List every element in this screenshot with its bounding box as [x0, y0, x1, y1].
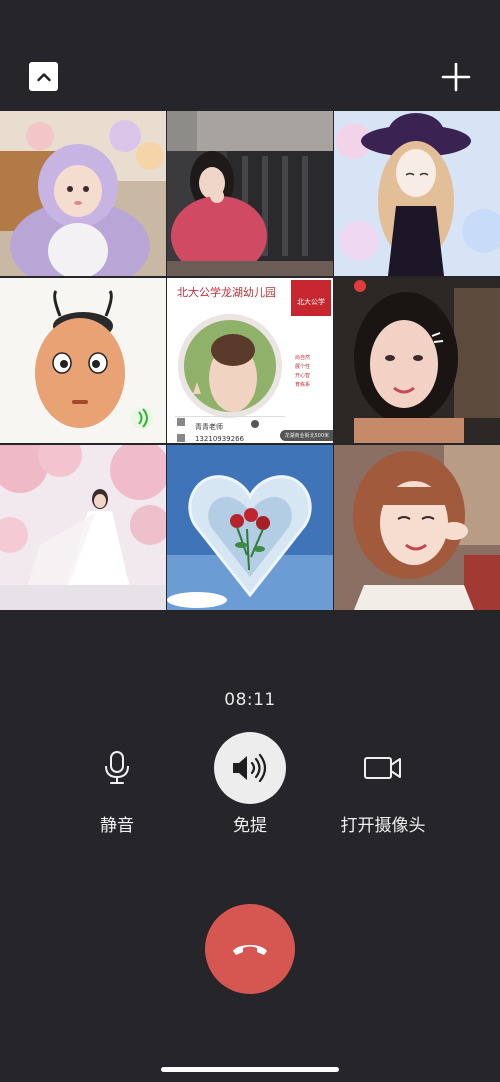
card-name: 青青老师	[195, 423, 223, 431]
mute-label: 静音	[100, 816, 134, 836]
participant-avatar	[334, 445, 500, 610]
collapse-button[interactable]	[29, 62, 58, 91]
participant-tile[interactable]	[0, 445, 166, 610]
participant-grid: 北大公学龙湖幼儿园 北大公学 尚自然 展个性 开心智 育栋系 青青老师 1321…	[0, 111, 500, 610]
participant-tile[interactable]	[167, 111, 333, 276]
microphone-icon	[105, 751, 129, 784]
trait: 展个性	[295, 364, 311, 370]
camera-button[interactable]: 打开摄像头	[313, 732, 453, 836]
participant-avatar	[334, 278, 500, 443]
trait: 尚自然	[295, 355, 311, 361]
participant-avatar	[0, 278, 166, 443]
plus-icon	[441, 62, 471, 92]
card-title: 北大公学龙湖幼儿园	[177, 286, 276, 299]
speaker-icon	[233, 753, 267, 783]
mute-button[interactable]: 静音	[47, 732, 187, 836]
speaker-label: 免提	[233, 816, 267, 836]
card-address: 龙湖商业街北500米	[280, 430, 333, 441]
speaker-button[interactable]: 免提	[180, 732, 320, 836]
camera-label: 打开摄像头	[340, 816, 426, 836]
participant-tile[interactable]	[334, 111, 500, 276]
participant-tile[interactable]	[0, 278, 166, 443]
hang-up-button[interactable]	[205, 904, 295, 994]
add-participant-button[interactable]	[440, 61, 472, 93]
chevron-up-icon	[36, 72, 51, 81]
hang-up-phone-icon	[233, 945, 267, 955]
card-traits: 尚自然 展个性 开心智 育栋系	[295, 354, 317, 390]
participant-avatar	[0, 445, 166, 610]
trait: 开心智	[295, 373, 311, 379]
participant-avatar	[0, 111, 166, 276]
trait: 育栋系	[295, 382, 311, 388]
home-indicator[interactable]	[161, 1067, 339, 1072]
participant-avatar	[167, 111, 333, 276]
participant-tile[interactable]	[334, 278, 500, 443]
participant-tile[interactable]	[334, 445, 500, 610]
participant-avatar	[167, 445, 333, 610]
video-camera-icon	[364, 757, 401, 779]
participant-tile[interactable]	[167, 445, 333, 610]
card-phone: 13210939266	[195, 435, 244, 443]
participant-tile[interactable]	[0, 111, 166, 276]
participant-avatar	[334, 111, 500, 276]
school-logo-text: 北大公学	[297, 298, 325, 306]
participant-tile[interactable]: 北大公学龙湖幼儿园 北大公学 尚自然 展个性 开心智 育栋系 青青老师 1321…	[167, 278, 333, 443]
call-timer: 08:11	[224, 690, 276, 710]
